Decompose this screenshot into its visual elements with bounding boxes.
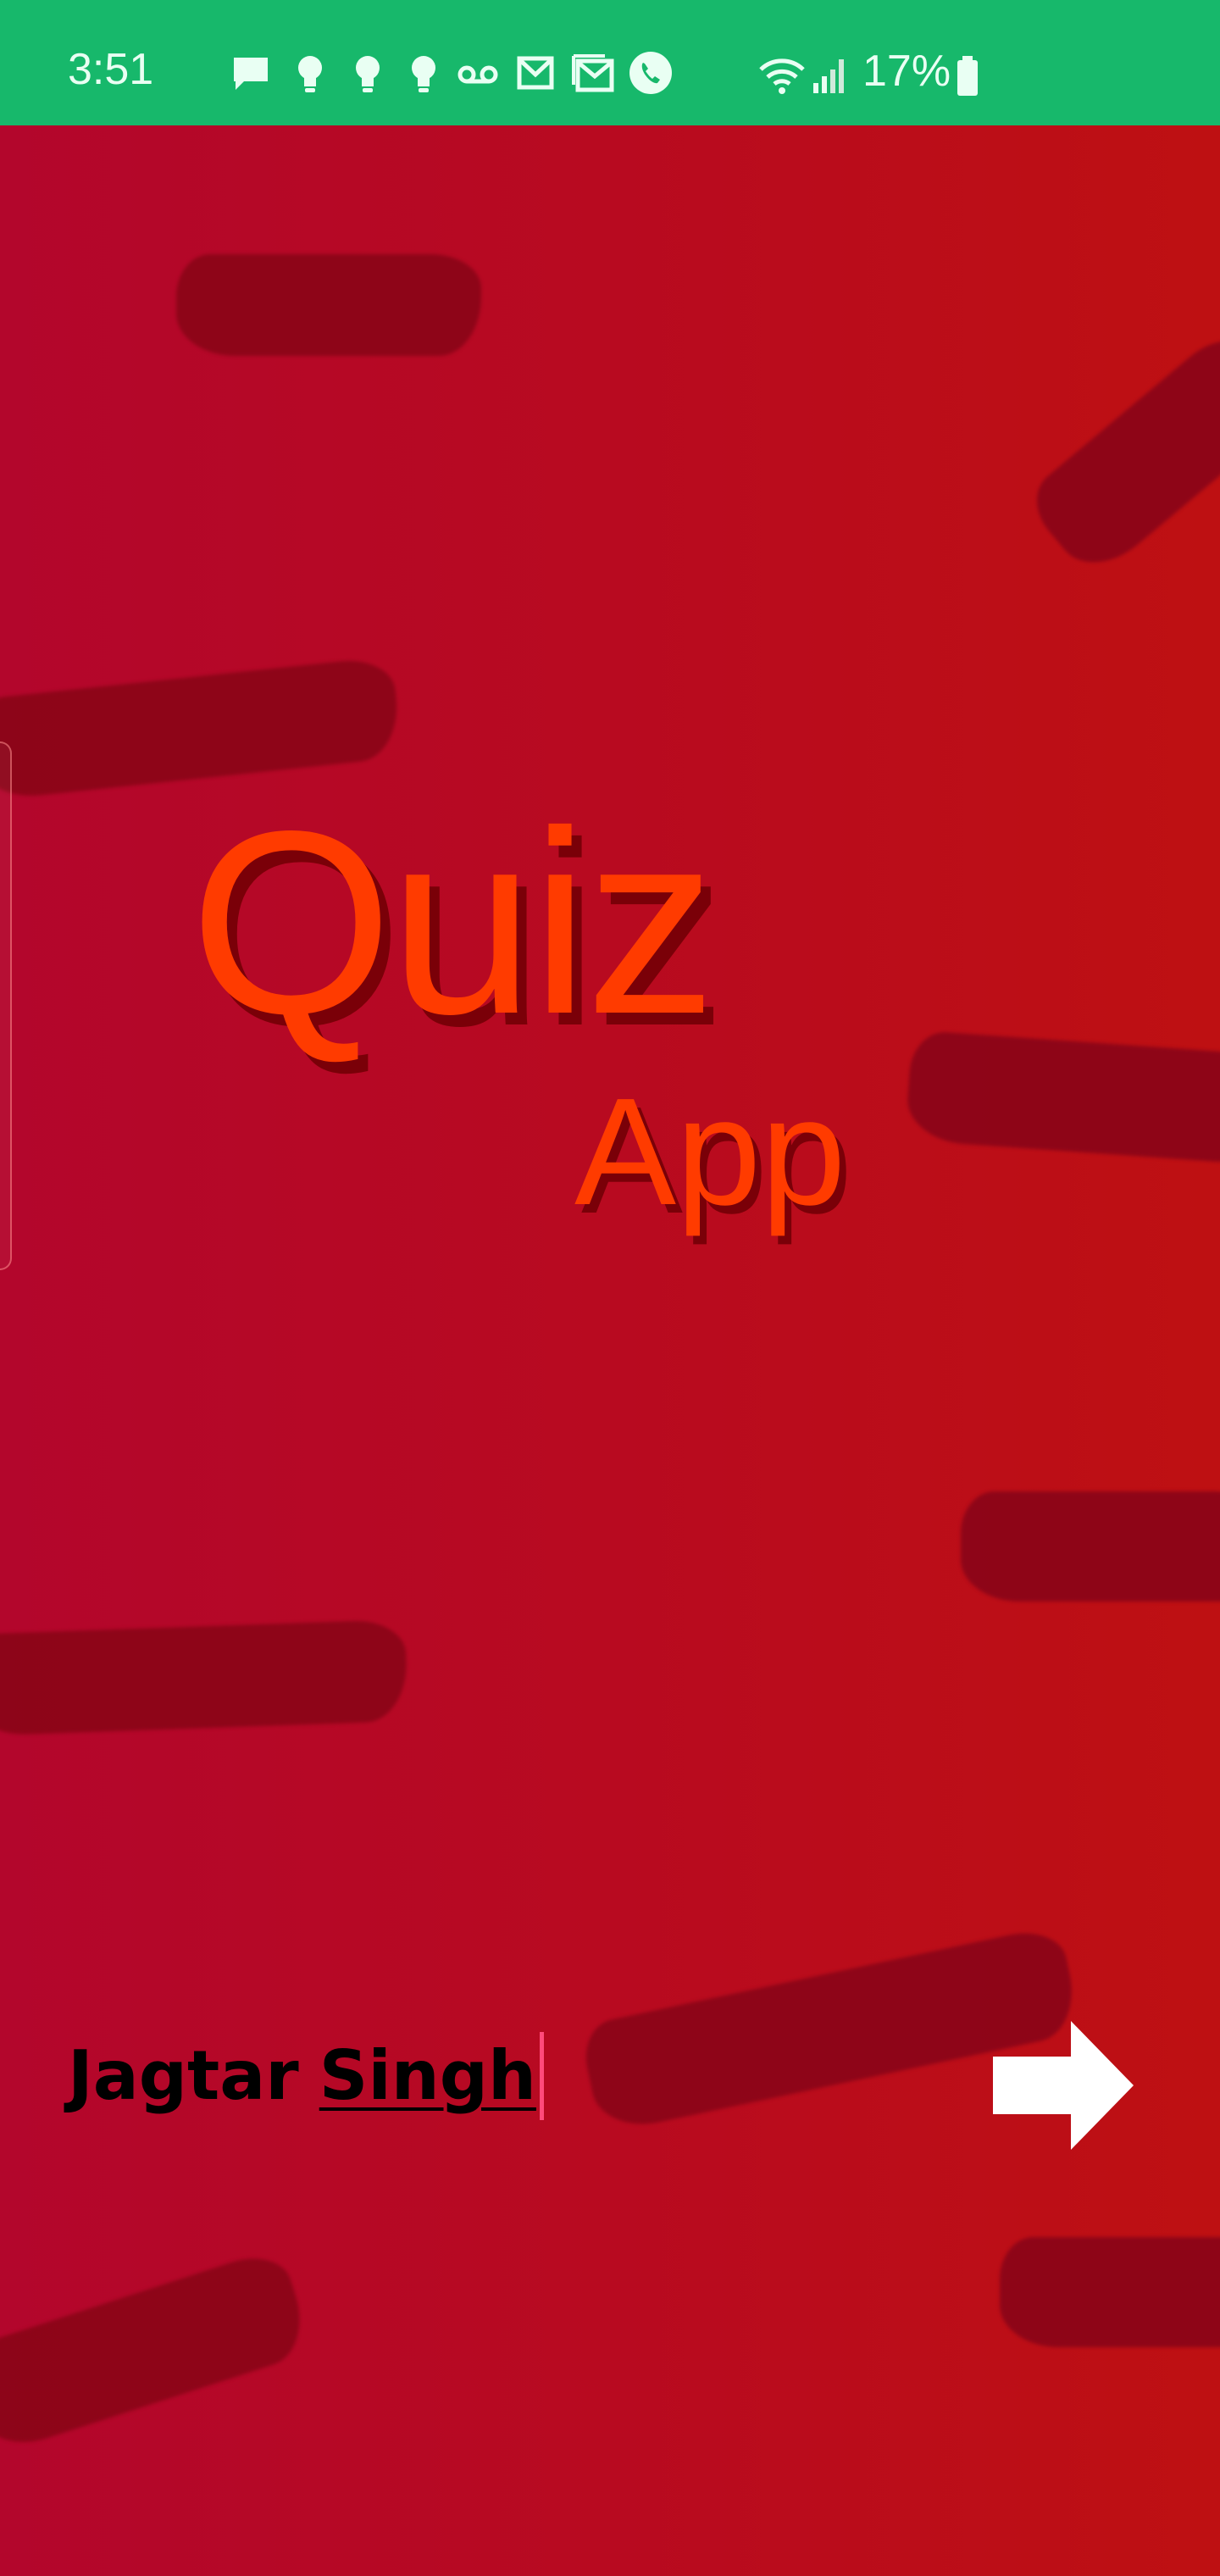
status-bar: 3:51 17%	[0, 0, 1220, 125]
status-time: 3:51	[68, 45, 154, 94]
app-title: Quiz	[190, 777, 716, 1069]
bulb-icon	[412, 56, 435, 92]
brush-stroke	[1000, 2237, 1220, 2347]
text-cursor	[539, 2032, 544, 2120]
message-icon	[234, 58, 268, 90]
brush-stroke	[904, 1030, 1220, 1165]
signal-icon	[813, 59, 844, 93]
battery-percent: 17%	[862, 47, 951, 96]
app-screen: 3:51 17% Quiz App Jagtar Singh	[0, 0, 1220, 2576]
brush-stroke	[0, 1618, 408, 1737]
system-icons	[754, 53, 856, 100]
notification-icons	[229, 52, 703, 100]
brush-stroke	[1021, 324, 1220, 583]
gmail-icon	[572, 54, 614, 92]
bulb-icon	[298, 56, 322, 92]
brush-stroke	[0, 2246, 314, 2457]
brush-stroke	[961, 1491, 1220, 1602]
name-last-word: Singh	[319, 2036, 536, 2115]
voicemail-icon	[458, 65, 498, 84]
edge-panel-handle[interactable]	[0, 741, 12, 1270]
battery-icon	[957, 56, 978, 96]
app-subtitle: App	[574, 1067, 846, 1237]
arrow-right-icon	[993, 2021, 1134, 2150]
brush-stroke	[176, 254, 481, 356]
bulb-icon	[356, 56, 380, 92]
gmail-icon	[517, 56, 554, 90]
name-input[interactable]: Jagtar Singh	[68, 2029, 544, 2123]
next-button[interactable]	[993, 2021, 1134, 2150]
name-first-word: Jagtar	[68, 2036, 299, 2115]
wifi-icon	[759, 58, 805, 94]
phone-icon	[629, 52, 672, 94]
